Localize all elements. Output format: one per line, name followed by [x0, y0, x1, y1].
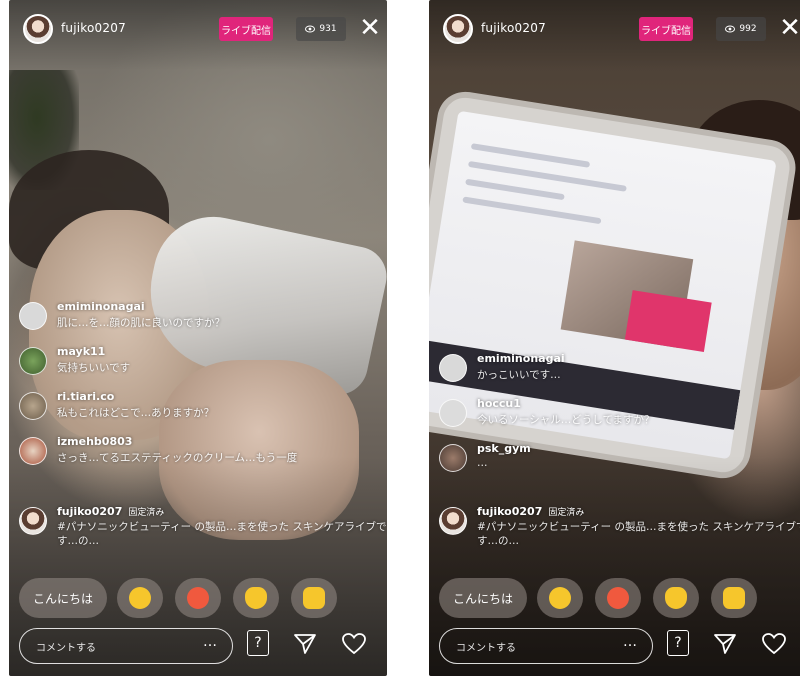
- comment-text: #パナソニックビューティー の製品…まを使った スキンケアライブです…の…: [57, 521, 387, 547]
- clap-emoji-icon: [245, 587, 267, 609]
- comment-input[interactable]: コメントする …: [439, 628, 653, 664]
- more-options-icon[interactable]: …: [203, 634, 218, 650]
- comment-text: #パナソニックビューティー の製品…まを使った スキンケアライブです…の…: [477, 521, 800, 547]
- live-screen-left: fujiko0207 ライブ配信 931 ✕ emiminonagai 肌に…を…: [9, 0, 387, 676]
- clap-emoji-button[interactable]: [233, 578, 279, 618]
- comment-item: hoccu1 今いるソーシャル…どうしてますか？: [439, 397, 789, 431]
- smile-emoji-icon: [129, 587, 151, 609]
- comment-username: hoccu1: [477, 397, 521, 410]
- heart-eyes-emoji-button[interactable]: [175, 578, 221, 618]
- send-icon[interactable]: [293, 632, 317, 656]
- smile-emoji-icon: [549, 587, 571, 609]
- quick-reactions: こんにちは: [439, 578, 800, 618]
- commenter-avatar: [19, 392, 47, 420]
- comment-username: fujiko0207: [57, 505, 123, 518]
- commenter-avatar: [19, 437, 47, 465]
- pinned-host-comment: fujiko0207 固定済み #パナソニックビューティー の製品…まを使った ス…: [439, 505, 800, 561]
- commenter-avatar: [439, 354, 467, 382]
- smile-emoji-button[interactable]: [117, 578, 163, 618]
- host-username[interactable]: fujiko0207: [61, 21, 126, 35]
- comment-placeholder: コメントする: [36, 643, 96, 654]
- thumbs-up-emoji-button[interactable]: [291, 578, 337, 618]
- commenter-avatar: [19, 347, 47, 375]
- comment-input[interactable]: コメントする …: [19, 628, 233, 664]
- host-comment-avatar: [19, 507, 47, 535]
- comment-text: 肌に…を…顔の肌に良いのですか？: [57, 317, 225, 329]
- tablet-text-line: [465, 178, 565, 201]
- commenter-avatar: [439, 444, 467, 472]
- comment-username: psk_gym: [477, 442, 531, 455]
- quick-reactions: こんにちは: [19, 578, 387, 618]
- comment-username: emiminonagai: [477, 352, 565, 365]
- host-avatar[interactable]: [443, 14, 473, 44]
- comment-item: ri.tiari.co 私もこれはどこで…ありますか？: [19, 390, 369, 424]
- host-comment-avatar: [439, 507, 467, 535]
- comment-item: psk_gym …: [439, 442, 789, 476]
- tablet-pink-banner: [624, 290, 712, 353]
- live-badge: ライブ配信: [639, 17, 693, 41]
- comment-text: 気持ちいいです: [57, 362, 131, 374]
- comment-item: emiminonagai かっこいいです…: [439, 352, 789, 386]
- heart-icon[interactable]: [341, 632, 367, 656]
- heart-icon[interactable]: [761, 632, 787, 656]
- close-icon[interactable]: ✕: [777, 14, 800, 42]
- question-box-icon[interactable]: ?: [247, 630, 269, 656]
- send-icon[interactable]: [713, 632, 737, 656]
- heart-eyes-emoji-button[interactable]: [595, 578, 641, 618]
- pinned-host-comment: fujiko0207 固定済み #パナソニックビューティー の製品…まを使った ス…: [19, 505, 387, 561]
- close-icon[interactable]: ✕: [357, 14, 383, 42]
- viewer-count-badge[interactable]: 931: [296, 17, 346, 41]
- host-comment-header: fujiko0207 固定済み: [57, 505, 164, 518]
- comment-username: mayk11: [57, 345, 106, 358]
- comment-text: さっき…てるエステティックのクリーム…もう一度: [57, 452, 298, 464]
- eye-icon: [305, 25, 316, 33]
- host-comment-header: fujiko0207 固定済み: [477, 505, 584, 518]
- viewer-count: 992: [739, 24, 757, 34]
- comment-placeholder: コメントする: [456, 643, 516, 654]
- smile-emoji-button[interactable]: [537, 578, 583, 618]
- comment-username: emiminonagai: [57, 300, 145, 313]
- comment-username: ri.tiari.co: [57, 390, 115, 403]
- host-username[interactable]: fujiko0207: [481, 21, 546, 35]
- comment-text: 今いるソーシャル…どうしてますか？: [477, 414, 655, 426]
- pinned-label: 固定済み: [548, 508, 585, 518]
- heart-eyes-emoji-icon: [607, 587, 629, 609]
- live-screen-right: fujiko0207 ライブ配信 992 ✕ emiminonagai かっこい…: [429, 0, 800, 676]
- commenter-avatar: [439, 399, 467, 427]
- clap-emoji-icon: [665, 587, 687, 609]
- commenter-avatar: [19, 302, 47, 330]
- comment-item: emiminonagai 肌に…を…顔の肌に良いのですか？: [19, 300, 369, 334]
- comment-text: 私もこれはどこで…ありますか？: [57, 407, 215, 419]
- thumbs-up-emoji-button[interactable]: [711, 578, 757, 618]
- heart-eyes-emoji-icon: [187, 587, 209, 609]
- viewer-count-badge[interactable]: 992: [716, 17, 766, 41]
- question-box-icon[interactable]: ?: [667, 630, 689, 656]
- comment-item: mayk11 気持ちいいです: [19, 345, 369, 379]
- clap-emoji-button[interactable]: [653, 578, 699, 618]
- pinned-label: 固定済み: [128, 508, 165, 518]
- live-badge: ライブ配信: [219, 17, 273, 41]
- tablet-text-line: [462, 196, 602, 225]
- comment-username: izmehb0803: [57, 435, 133, 448]
- quick-reply-hello[interactable]: こんにちは: [439, 578, 527, 618]
- viewer-count: 931: [319, 24, 337, 34]
- comment-text: かっこいいです…: [477, 369, 561, 381]
- comment-text: …: [477, 457, 488, 469]
- eye-icon: [725, 25, 736, 33]
- thumbs-up-emoji-icon: [303, 587, 325, 609]
- thumbs-up-emoji-icon: [723, 587, 745, 609]
- comment-username: fujiko0207: [477, 505, 543, 518]
- host-avatar[interactable]: [23, 14, 53, 44]
- comment-item: izmehb0803 さっき…てるエステティックのクリーム…もう一度: [19, 435, 369, 469]
- quick-reply-hello[interactable]: こんにちは: [19, 578, 107, 618]
- more-options-icon[interactable]: …: [623, 634, 638, 650]
